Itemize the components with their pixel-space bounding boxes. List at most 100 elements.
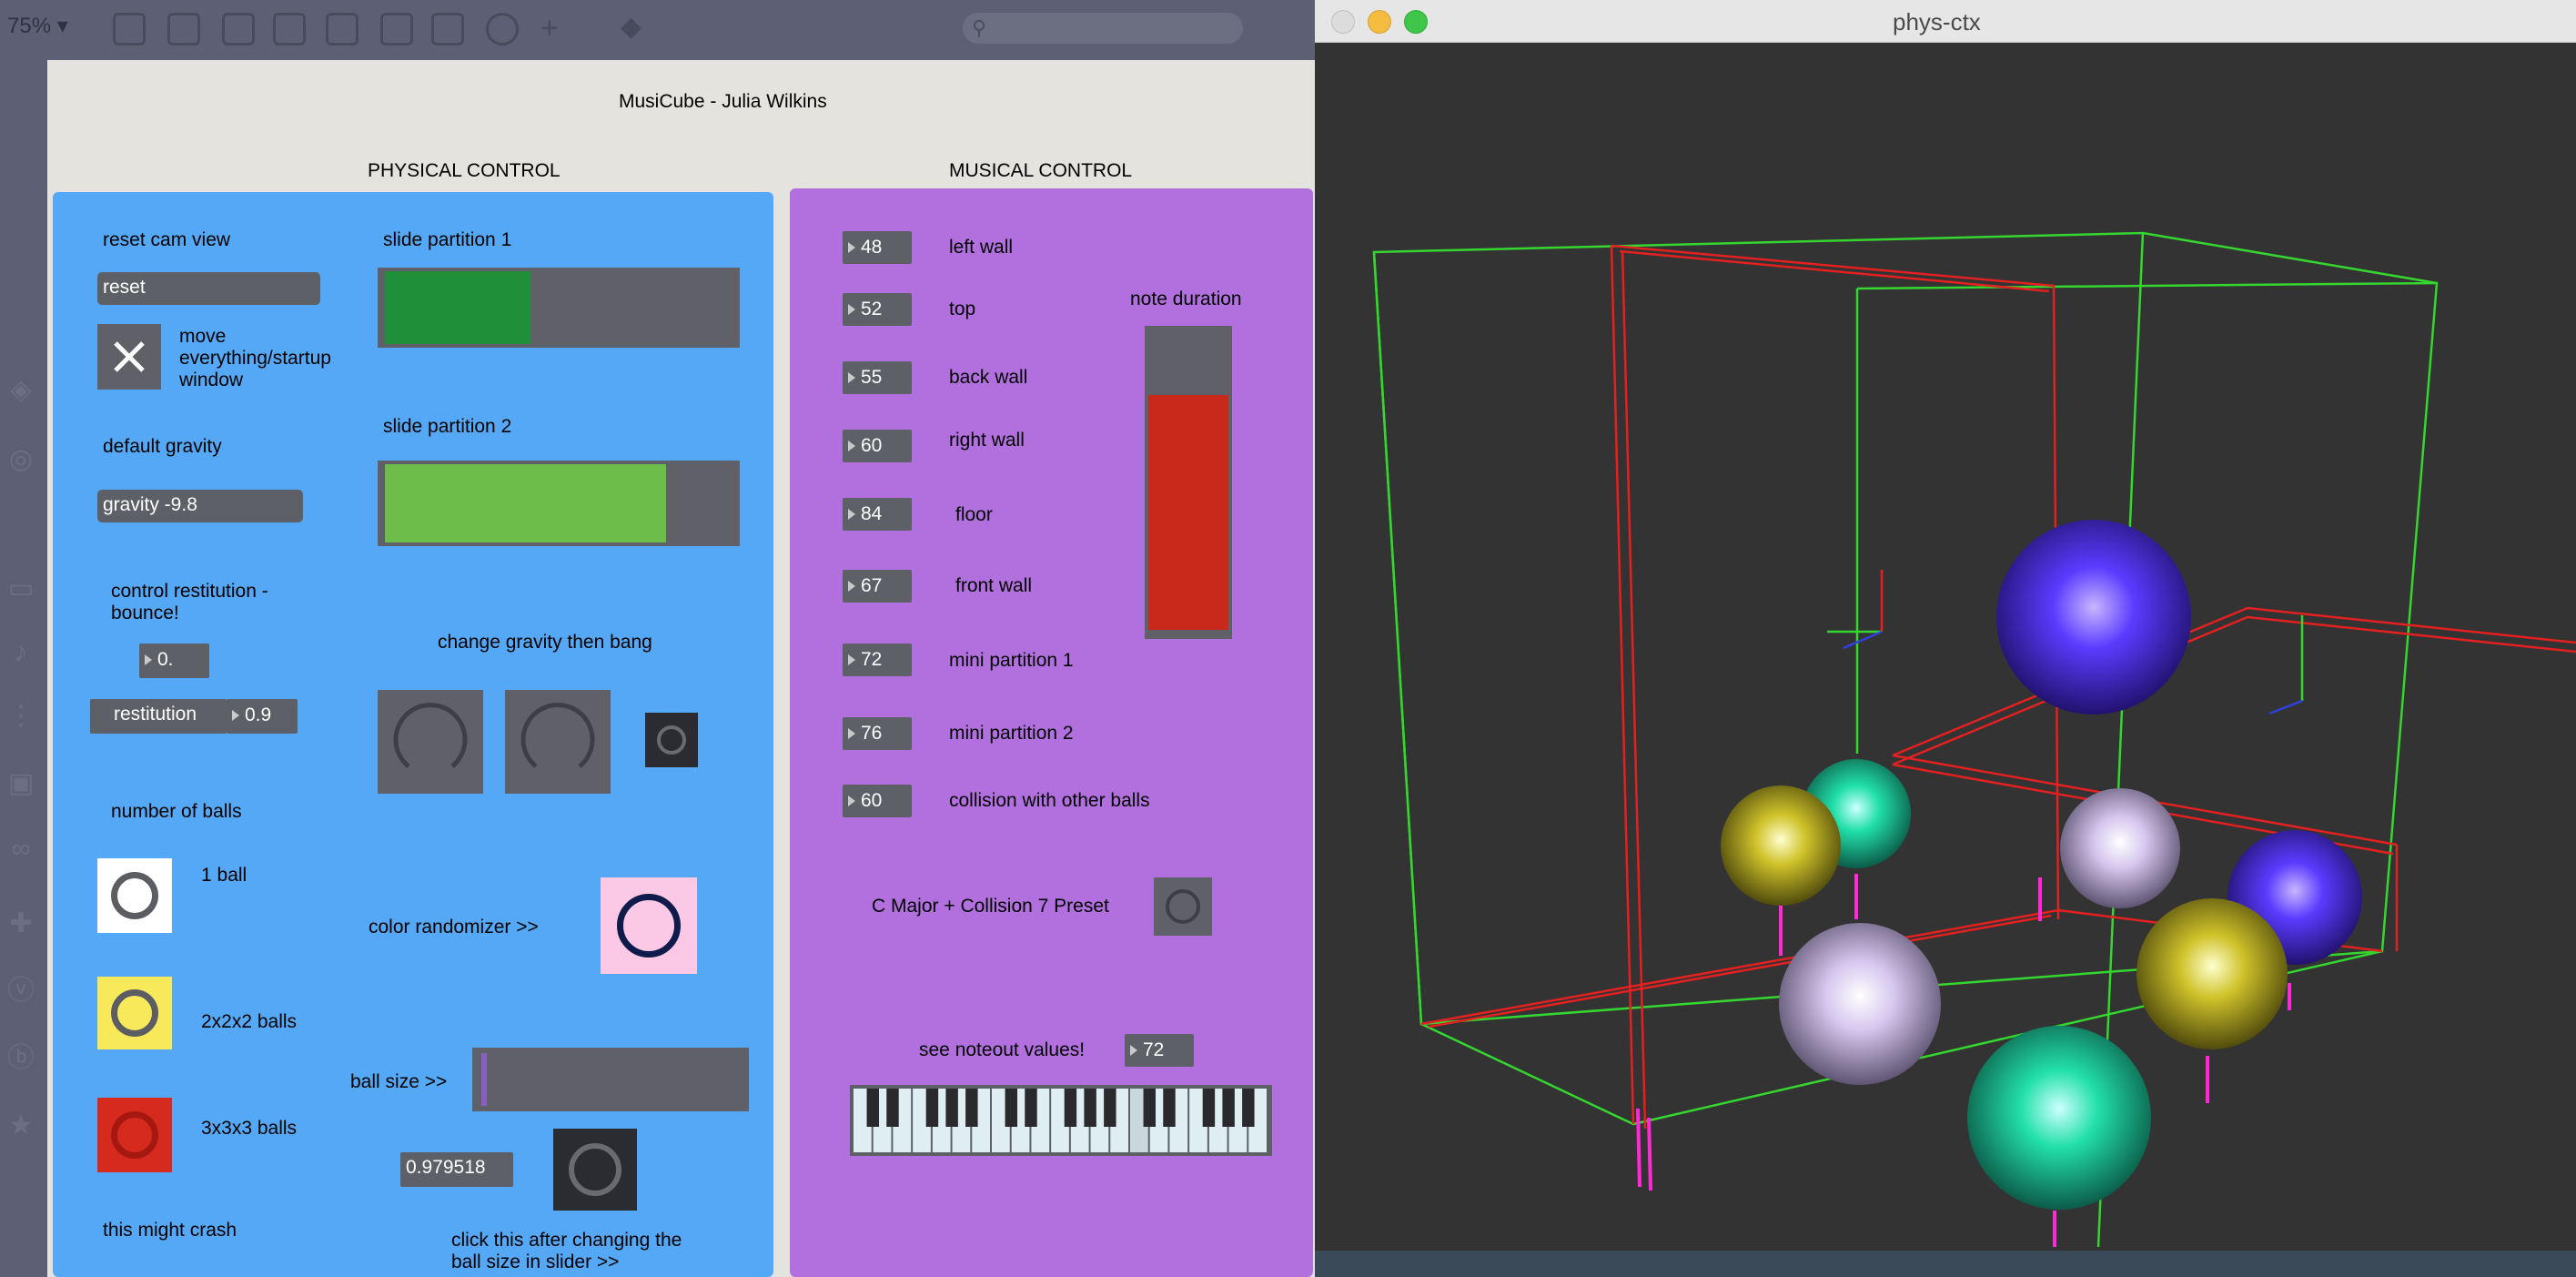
number-of-balls-label: number of balls xyxy=(111,801,242,822)
gravity-bang-button[interactable] xyxy=(645,713,698,767)
circle-icon xyxy=(569,1143,621,1196)
b-circle-icon[interactable]: ⓑ xyxy=(7,1045,35,1072)
black-key[interactable] xyxy=(1104,1089,1116,1127)
ball-lilac-large xyxy=(1779,923,1941,1085)
note-collision[interactable]: 60 xyxy=(843,785,912,817)
restitution-message[interactable]: restitution xyxy=(90,699,227,734)
keyboard[interactable] xyxy=(850,1085,1272,1156)
target-icon[interactable]: ◎ xyxy=(7,446,35,473)
note-label: top xyxy=(949,299,976,319)
physics-scene[interactable] xyxy=(1315,42,2576,1251)
ball-size-slider[interactable] xyxy=(472,1048,749,1111)
restitution-label: control restitution - bounce! xyxy=(111,581,268,623)
dots-icon[interactable]: ⋮ xyxy=(7,703,35,730)
image-icon[interactable]: ▣ xyxy=(7,770,35,797)
noteout-label: see noteout values! xyxy=(919,1039,1086,1060)
slider-icon[interactable] xyxy=(380,13,413,46)
note-floor[interactable]: 84 xyxy=(843,498,912,531)
search-input[interactable]: ⚲ xyxy=(963,13,1243,44)
slide-partition-1-slider[interactable] xyxy=(378,268,740,348)
black-key[interactable] xyxy=(886,1089,899,1127)
zoom-window-icon[interactable] xyxy=(1404,10,1428,34)
change-gravity-label: change gravity then bang xyxy=(438,632,652,653)
ball-blue-large xyxy=(1996,520,2191,715)
slide-partition-2-label: slide partition 2 xyxy=(383,416,512,437)
toggle-icon[interactable] xyxy=(273,13,306,46)
twentyseven-balls-button[interactable] xyxy=(97,1098,172,1172)
black-key[interactable] xyxy=(1084,1089,1096,1127)
note-front-wall[interactable]: 67 xyxy=(843,570,912,603)
move-toggle[interactable] xyxy=(97,324,161,390)
add-icon[interactable]: + xyxy=(540,11,559,46)
v-circle-icon[interactable]: ⓥ xyxy=(7,978,35,1005)
twentyseven-balls-label: 3x3x3 balls xyxy=(201,1118,298,1139)
apply-ball-size-button[interactable] xyxy=(553,1129,637,1211)
black-key[interactable] xyxy=(945,1089,958,1127)
restitution-value[interactable]: 0.9 xyxy=(227,699,298,734)
puzzle-icon[interactable]: ✚ xyxy=(7,910,35,937)
paint-icon[interactable]: ◆ xyxy=(621,11,641,43)
black-key[interactable] xyxy=(1064,1089,1077,1127)
number-icon[interactable] xyxy=(431,13,464,46)
color-randomizer-button[interactable] xyxy=(601,877,697,974)
gravity-dial-2[interactable] xyxy=(505,690,611,794)
minimize-window-icon[interactable] xyxy=(1368,10,1391,34)
ball-green-large xyxy=(1967,1026,2151,1210)
black-key[interactable] xyxy=(965,1089,978,1127)
close-window-icon[interactable] xyxy=(1331,10,1355,34)
black-key[interactable] xyxy=(1163,1089,1176,1127)
slider-fill xyxy=(385,271,530,344)
button-object-icon[interactable] xyxy=(326,13,359,46)
black-key[interactable] xyxy=(866,1089,880,1127)
circle-icon xyxy=(657,725,686,755)
black-key[interactable] xyxy=(925,1089,939,1127)
physical-control-title: PHYSICAL CONTROL xyxy=(368,160,561,181)
ball-size-value[interactable]: 0.979518 xyxy=(400,1152,513,1187)
search-icon: ⚲ xyxy=(972,16,987,39)
slide-partition-1-label: slide partition 1 xyxy=(383,229,512,250)
ball-yellow-small xyxy=(1721,785,1841,906)
note-duration-slider[interactable] xyxy=(1145,326,1232,639)
black-key[interactable] xyxy=(1143,1089,1157,1127)
star-icon[interactable]: ★ xyxy=(7,1112,35,1140)
card-icon[interactable]: ▭ xyxy=(7,575,35,603)
circle-icon xyxy=(111,1111,158,1159)
preset-button[interactable] xyxy=(1154,877,1212,936)
note-right-wall[interactable]: 60 xyxy=(843,430,912,462)
zoom-dropdown[interactable]: 75% ▾ xyxy=(7,13,68,39)
one-ball-label: 1 ball xyxy=(201,865,247,886)
dial-icon[interactable] xyxy=(486,13,519,46)
note-back-wall[interactable]: 55 xyxy=(843,361,912,394)
note-mini-partition-1[interactable]: 72 xyxy=(843,644,912,676)
black-key[interactable] xyxy=(1025,1089,1037,1127)
black-key[interactable] xyxy=(1005,1089,1018,1127)
close-icon xyxy=(114,341,145,372)
left-sidebar: ◈ ◎ ▭ ♪ ⋮ ▣ ∞ ✚ ⓥ ⓑ ★ xyxy=(0,60,47,1277)
circle-icon xyxy=(617,894,681,958)
gravity-message[interactable]: gravity -9.8 xyxy=(97,490,303,522)
comment-icon[interactable] xyxy=(222,13,255,46)
cube-icon[interactable]: ◈ xyxy=(7,377,35,404)
eight-balls-button[interactable] xyxy=(97,977,172,1049)
note-label: floor xyxy=(955,504,993,525)
restitution-input[interactable]: 0. xyxy=(139,644,209,678)
black-key[interactable] xyxy=(1202,1089,1216,1127)
eight-balls-label: 2x2x2 balls xyxy=(201,1011,298,1032)
link-icon[interactable]: ∞ xyxy=(7,836,35,863)
slider-knob xyxy=(481,1053,487,1106)
musical-control-title: MUSICAL CONTROL xyxy=(949,160,1133,181)
black-key[interactable] xyxy=(1222,1089,1235,1127)
presentation-icon[interactable] xyxy=(113,13,146,46)
note-mini-partition-2[interactable]: 76 xyxy=(843,717,912,750)
slide-partition-2-slider[interactable] xyxy=(378,461,740,546)
gravity-dial-1[interactable] xyxy=(378,690,483,794)
black-key[interactable] xyxy=(1242,1089,1255,1127)
music-icon[interactable]: ♪ xyxy=(7,639,35,666)
one-ball-button[interactable] xyxy=(97,858,172,933)
note-left-wall[interactable]: 48 xyxy=(843,231,912,264)
message-icon[interactable] xyxy=(167,13,200,46)
noteout-value[interactable]: 72 xyxy=(1125,1034,1194,1067)
ball-size-label: ball size >> xyxy=(350,1071,448,1092)
reset-button[interactable]: reset xyxy=(97,272,320,305)
note-top[interactable]: 52 xyxy=(843,293,912,326)
